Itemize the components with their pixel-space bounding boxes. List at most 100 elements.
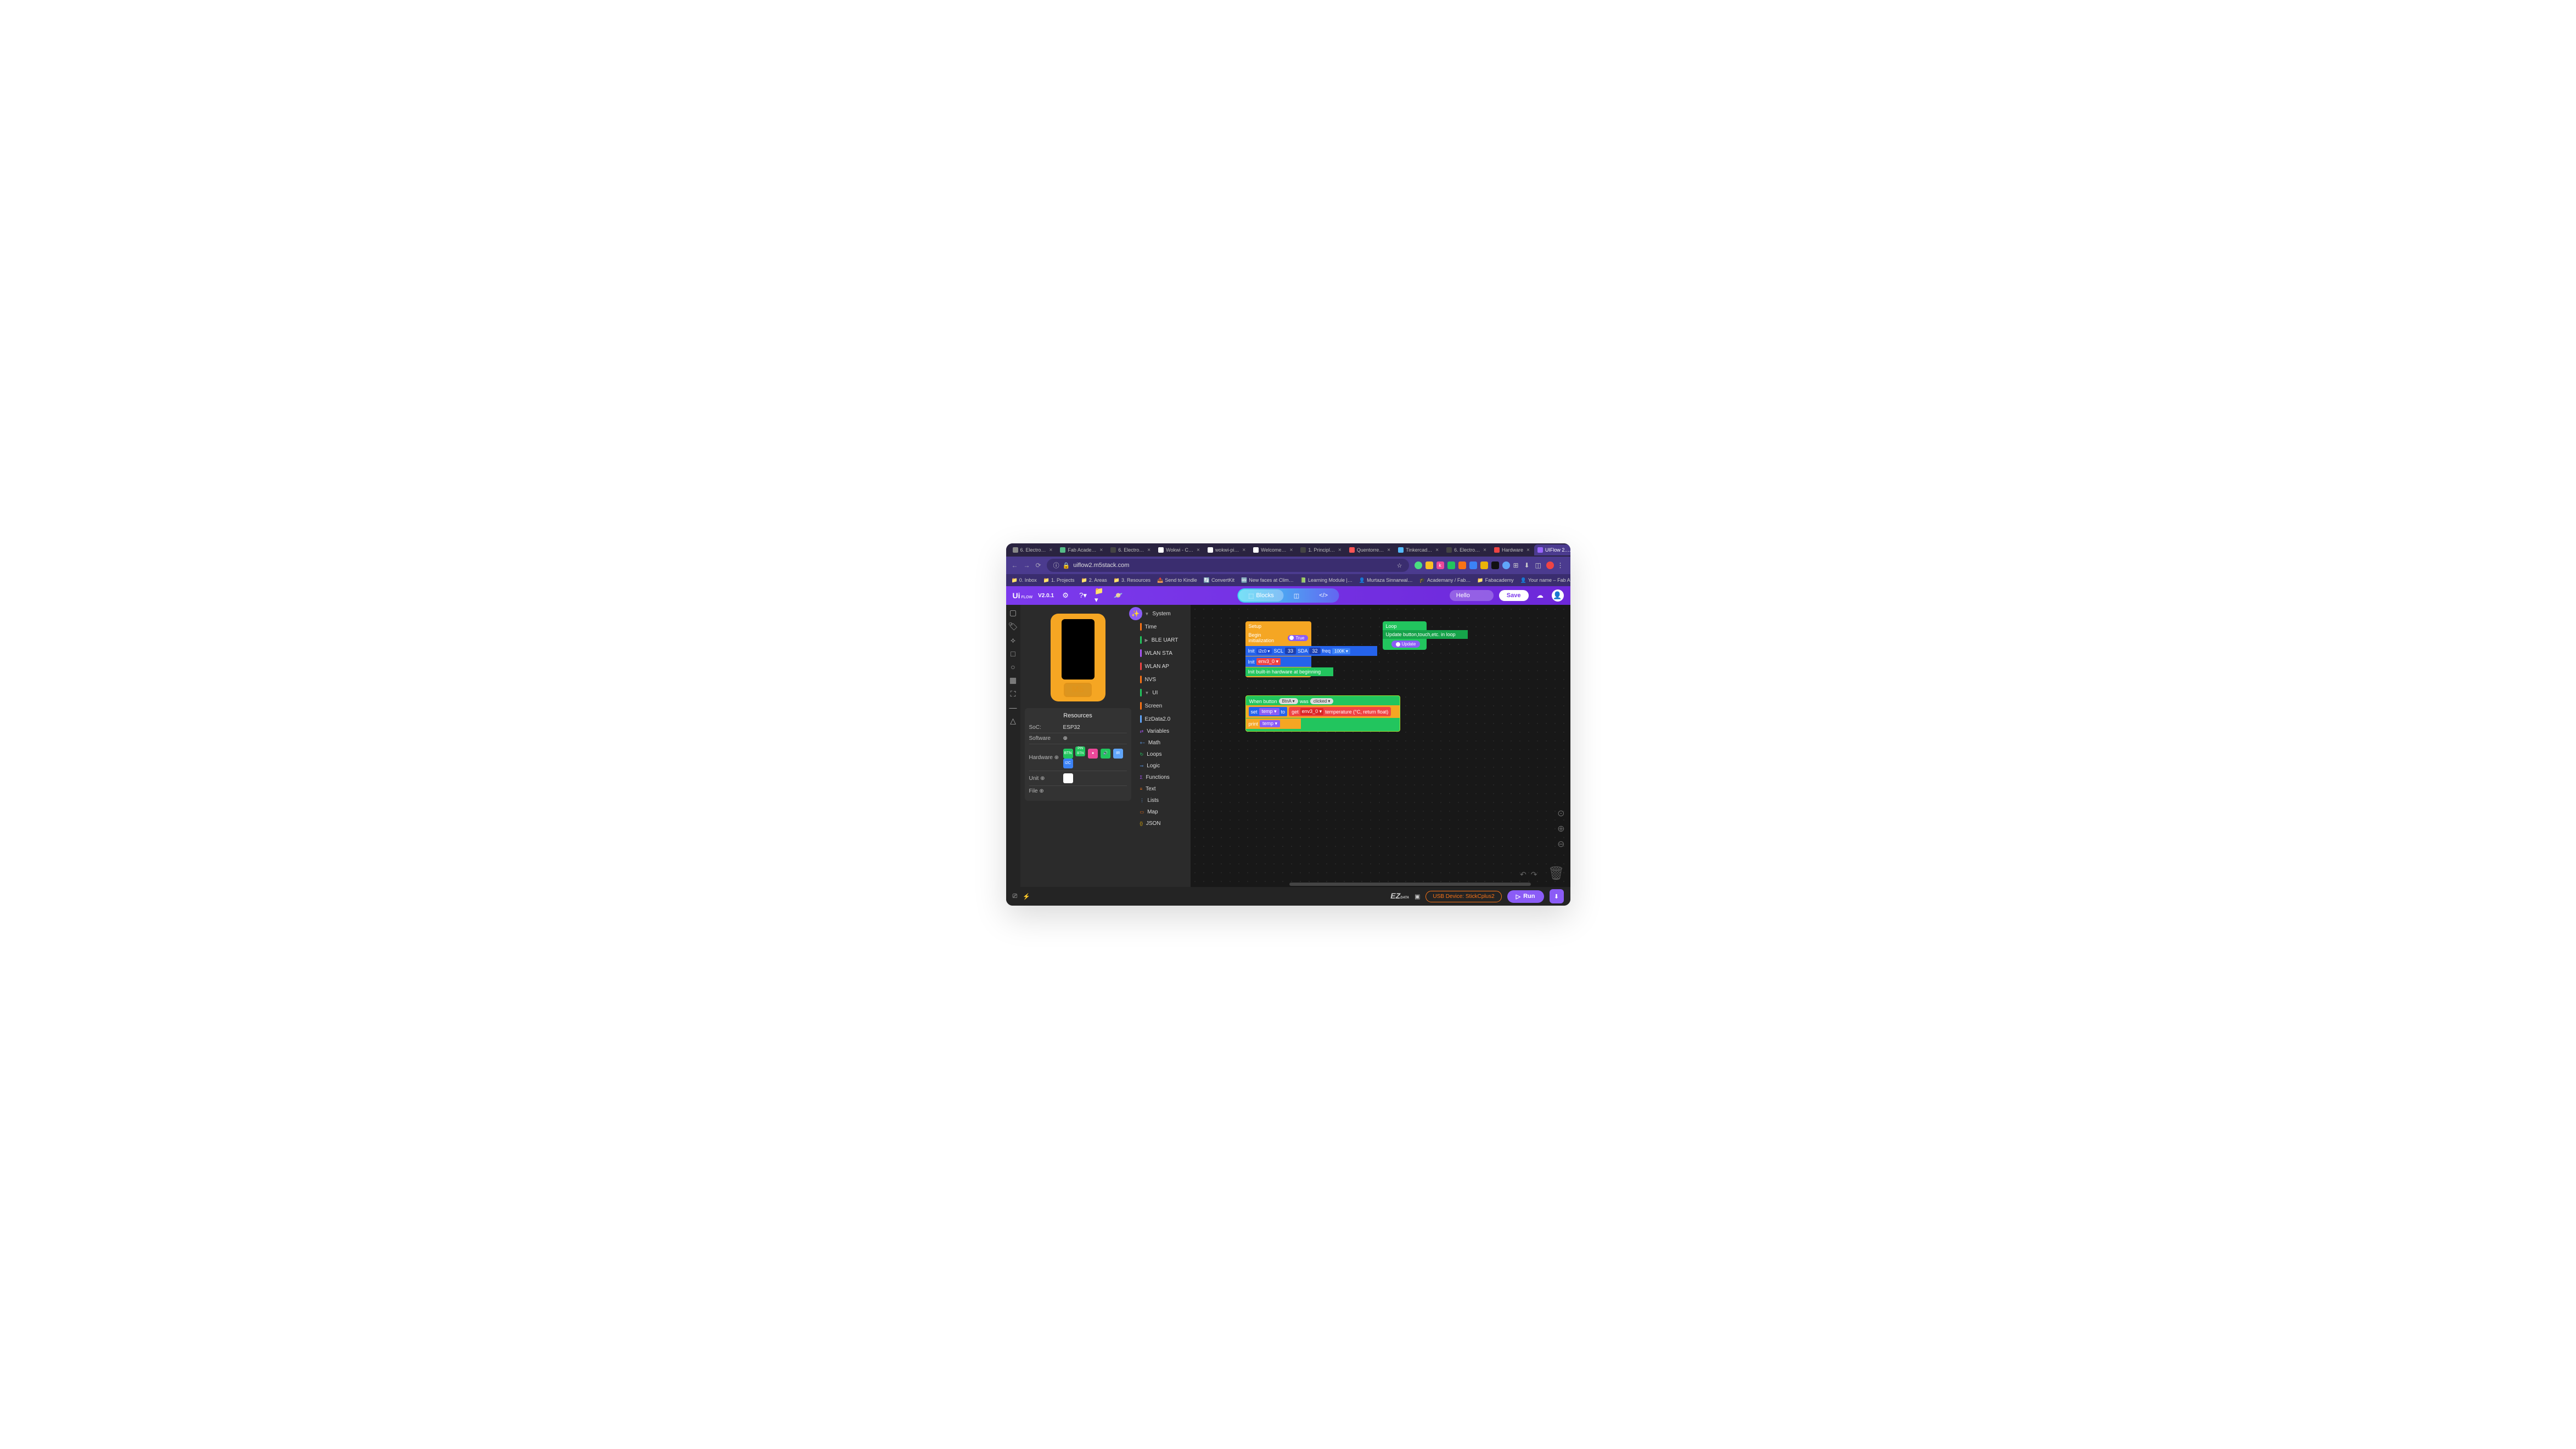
tab[interactable]: Wokwi - C…×	[1155, 544, 1203, 555]
ext-icon[interactable]	[1447, 561, 1455, 569]
ext-icon[interactable]	[1502, 561, 1510, 569]
tab[interactable]: Welcome…×	[1250, 544, 1296, 555]
save-button[interactable]: Save	[1499, 590, 1529, 601]
toolbox-time[interactable]: Time	[1136, 620, 1191, 633]
redo-icon[interactable]: ↷	[1531, 870, 1537, 879]
hardware-row[interactable]: Hardware ⊕ BTN PIN BTN ● 🔊 IR I2C	[1029, 744, 1127, 771]
bookmark[interactable]: 📁2. Areas	[1081, 577, 1107, 583]
project-name-input[interactable]	[1450, 590, 1494, 601]
toolbox-loops[interactable]: ↻Loops	[1136, 749, 1191, 760]
loop-body[interactable]: Update button,touch,etc. in loop	[1383, 630, 1468, 639]
user-avatar[interactable]: 👤	[1552, 589, 1564, 602]
ext-icon[interactable]	[1480, 561, 1488, 569]
toolbox-math[interactable]: +−Math	[1136, 737, 1191, 749]
extensions-icon[interactable]: ⊞	[1513, 561, 1521, 569]
bookmark[interactable]: 📁0. Inbox	[1012, 577, 1037, 583]
env-get-dropdown[interactable]: env3_0 ▾	[1300, 708, 1324, 715]
clicked-dropdown[interactable]: clicked ▾	[1310, 698, 1334, 704]
setup-block[interactable]: Setup Begin initializationTrue Initi2c0 …	[1245, 621, 1311, 677]
forward-button[interactable]: →	[1024, 561, 1030, 569]
usb-device-badge[interactable]: USB Device: StickCplus2	[1426, 891, 1501, 902]
update-pill[interactable]: Update	[1391, 641, 1421, 648]
add-icon[interactable]: ⊕	[1063, 735, 1068, 742]
file-row[interactable]: File ⊕	[1029, 785, 1127, 796]
init-i2c-row[interactable]: Initi2c0 ▾ SCL33 SDA32 freq100K ▾	[1245, 646, 1377, 656]
chip-btn[interactable]: BTN	[1063, 749, 1073, 759]
bookmark[interactable]: 📁3. Resources	[1114, 577, 1150, 583]
bookmark[interactable]: 📁Fabacademy	[1477, 577, 1513, 583]
ext-icon[interactable]: k	[1436, 561, 1444, 569]
toolbox-screen[interactable]: Screen	[1136, 699, 1191, 712]
set-row[interactable]: settemp ▾to getenv3_0 ▾temperature (°C, …	[1246, 705, 1400, 718]
tab[interactable]: 6. Electro…×	[1443, 544, 1490, 555]
bookmark[interactable]: 📁1. Projects	[1043, 577, 1075, 583]
toolbox-lists[interactable]: ⋮Lists	[1136, 795, 1191, 806]
zoom-out-icon[interactable]: ⊖	[1557, 839, 1564, 850]
toolbox-wlansta[interactable]: WLAN STA	[1136, 647, 1191, 660]
chip-speaker[interactable]: 🔊	[1101, 749, 1110, 759]
terminal-icon[interactable]: ⎚	[1013, 893, 1018, 900]
rail-chart-icon[interactable]: ⛶	[1011, 689, 1016, 699]
toolbox-map[interactable]: ▭Map	[1136, 806, 1191, 818]
init-hw-row[interactable]: Init built-in hardware at beginning	[1245, 667, 1333, 676]
rail-circle-icon[interactable]: ○	[1011, 662, 1015, 671]
menu-icon[interactable]: ⋮	[1557, 561, 1565, 569]
tab[interactable]: Fab Acade…×	[1057, 544, 1106, 555]
toolbox-logic[interactable]: ⊸Logic	[1136, 760, 1191, 772]
center-icon[interactable]: ⊙	[1557, 808, 1564, 819]
folder-icon[interactable]: 📁▾	[1095, 589, 1107, 602]
rail-box-icon[interactable]: ▢	[1009, 608, 1017, 617]
device-icon[interactable]: ▣	[1415, 893, 1420, 900]
ext-icon[interactable]	[1469, 561, 1477, 569]
download-button[interactable]: ⬇	[1550, 889, 1564, 903]
zoom-in-icon[interactable]: ⊕	[1557, 823, 1564, 834]
add-icon[interactable]: ⊕	[1039, 788, 1043, 794]
add-icon[interactable]: ⊕	[1040, 776, 1045, 782]
software-row[interactable]: Software⊕	[1029, 733, 1127, 744]
layout-tab[interactable]: ◫	[1284, 589, 1309, 602]
cloud-icon[interactable]: ☁	[1534, 589, 1546, 602]
rail-triangle-icon[interactable]: △	[1010, 716, 1016, 726]
bookmark[interactable]: 📗Learning Module |…	[1300, 577, 1352, 583]
toolbox-system[interactable]: ▼System	[1136, 607, 1191, 620]
chip-ir[interactable]: IR	[1113, 749, 1123, 759]
loop-block[interactable]: Loop Update button,touch,etc. in loop Up…	[1383, 621, 1427, 650]
ext-icon[interactable]	[1491, 561, 1499, 569]
block-canvas[interactable]: Setup Begin initializationTrue Initi2c0 …	[1191, 605, 1570, 887]
toolbox-nvs[interactable]: NVS	[1136, 673, 1191, 686]
star-icon[interactable]: ☆	[1397, 562, 1402, 569]
profile-icon[interactable]	[1546, 561, 1554, 569]
flash-icon[interactable]: ⚡	[1023, 893, 1030, 900]
print-row[interactable]: print temp ▾	[1246, 718, 1301, 729]
tab[interactable]: Hardware×	[1491, 544, 1533, 555]
trash-icon[interactable]: 🗑	[1548, 866, 1564, 881]
get-block[interactable]: getenv3_0 ▾temperature (°C, return float…	[1289, 707, 1391, 716]
begin-init-row[interactable]: Begin initializationTrue	[1245, 631, 1311, 645]
freq-dropdown[interactable]: 100K ▾	[1332, 648, 1350, 654]
env-dropdown[interactable]: env3_0 ▾	[1256, 658, 1281, 665]
tab[interactable]: 1. Principl…×	[1297, 544, 1344, 555]
address-field[interactable]: ⓘ 🔒 uiflow2.m5stack.com ☆	[1047, 559, 1409, 572]
init-env-row[interactable]: Initenv3_0 ▾	[1245, 656, 1311, 667]
undo-icon[interactable]: ↶	[1520, 870, 1526, 879]
toolbox-text[interactable]: ≡Text	[1136, 783, 1191, 795]
tab[interactable]: Quentorre…×	[1346, 544, 1394, 555]
unit-chip[interactable]	[1063, 773, 1073, 783]
btn-dropdown[interactable]: BtnA ▾	[1279, 698, 1298, 704]
bookmark[interactable]: 👤Murtaza Sinnarwal…	[1359, 577, 1413, 583]
magic-wand-button[interactable]: ✨	[1129, 607, 1142, 620]
bookmark[interactable]: 🎓Academany / Fab…	[1419, 577, 1471, 583]
event-block[interactable]: When button BtnA ▾ was clicked ▾ settemp…	[1245, 695, 1400, 732]
bookmark[interactable]: 🆕New faces at Clim…	[1241, 577, 1294, 583]
site-info-icon[interactable]: ⓘ	[1053, 561, 1059, 570]
rail-code-icon[interactable]: ⟡	[1011, 636, 1015, 645]
var-dropdown[interactable]: temp ▾	[1259, 708, 1279, 715]
download-icon[interactable]: ⬇	[1524, 561, 1532, 569]
blocks-tab[interactable]: ⬚ Blocks	[1238, 589, 1284, 602]
ext-icon[interactable]	[1426, 561, 1433, 569]
run-button[interactable]: ▷ Run	[1507, 890, 1544, 903]
horizontal-scrollbar[interactable]	[1289, 883, 1531, 886]
toolbox-json[interactable]: {}JSON	[1136, 818, 1191, 829]
add-icon[interactable]: ⊕	[1054, 755, 1059, 761]
tab[interactable]: Tinkercad…×	[1395, 544, 1442, 555]
